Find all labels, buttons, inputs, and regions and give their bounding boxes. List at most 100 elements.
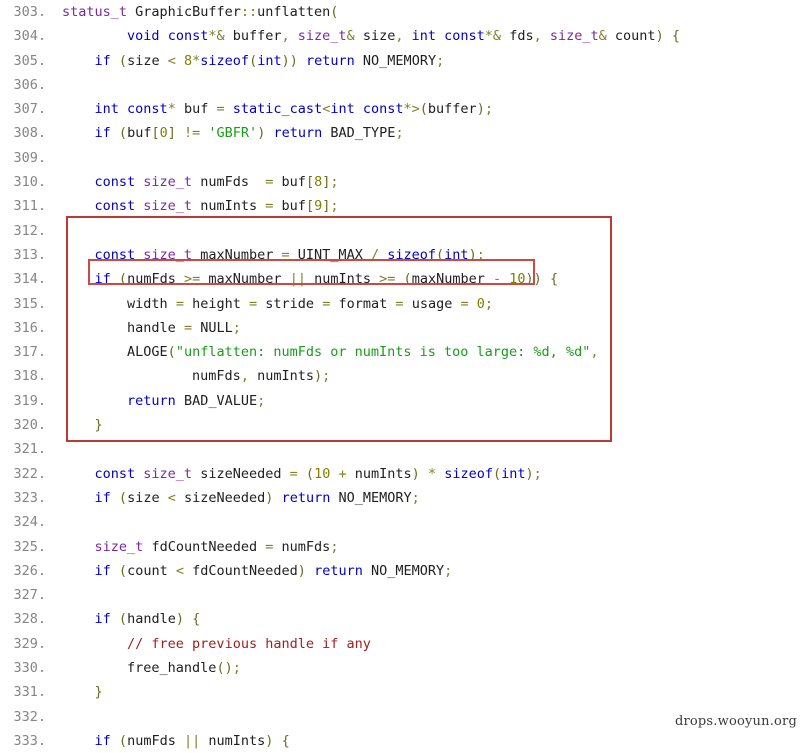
code-token: const xyxy=(127,101,168,118)
line-number: 326. xyxy=(13,562,46,579)
code-token: return xyxy=(127,392,176,409)
code-token: [ xyxy=(305,198,315,215)
code-token: size xyxy=(127,489,160,506)
code-viewer[interactable]: 303. status_t GraphicBuffer::unflatten(30… xyxy=(0,0,805,749)
code-token: ( xyxy=(305,465,315,482)
code-token: ( xyxy=(118,562,128,579)
code-line: 315. width = height = stride = format = … xyxy=(0,292,805,316)
code-token: fds xyxy=(509,28,534,45)
code-token: NO_MEMORY xyxy=(338,489,412,506)
code-token: ( xyxy=(118,732,128,749)
code-line-text: if (size < 8*sizeof(int)) return NO_MEMO… xyxy=(46,49,445,73)
code-token: if xyxy=(94,271,111,288)
code-token: != xyxy=(184,125,201,142)
code-token: { xyxy=(192,611,201,628)
code-token: numInts xyxy=(257,368,314,385)
code-token: ) xyxy=(476,101,485,118)
code-token: , xyxy=(590,344,599,361)
code-token: const xyxy=(444,28,485,45)
code-line-text: if (numFds || numInts) { xyxy=(46,729,290,753)
code-line: 313. const size_t maxNumber = UINT_MAX /… xyxy=(0,243,805,267)
code-token: sizeof xyxy=(387,246,437,263)
code-token: stride xyxy=(265,295,315,312)
code-line: 318. numFds, numInts); xyxy=(0,364,805,388)
code-token: NO_MEMORY xyxy=(371,562,445,579)
code-token: size_t xyxy=(143,198,193,215)
code-token: // free previous handle if any xyxy=(127,635,371,652)
code-line-text: status_t GraphicBuffer::unflatten( xyxy=(46,0,338,24)
code-token: "unflatten: numFds or numInts is too lar… xyxy=(175,344,591,361)
code-line: 319. return BAD_VALUE; xyxy=(0,389,805,413)
code-line-text: return BAD_VALUE; xyxy=(46,389,265,413)
code-token: ( xyxy=(118,125,128,142)
code-line: 325. size_t fdCountNeeded = numFds; xyxy=(0,535,805,559)
code-token: if xyxy=(94,732,111,749)
code-token: { xyxy=(549,271,559,288)
code-token: return xyxy=(273,125,323,142)
code-line: 309. xyxy=(0,146,805,170)
code-token: NULL xyxy=(200,319,233,336)
code-token: 8 xyxy=(314,174,323,191)
code-token: = xyxy=(395,295,404,312)
code-token: buf xyxy=(281,174,306,191)
code-token: = xyxy=(216,101,225,118)
code-token: int xyxy=(330,101,355,118)
code-token: numFds xyxy=(127,732,176,749)
code-token: ; xyxy=(330,198,339,215)
code-token: ) xyxy=(525,465,534,482)
code-token: ; xyxy=(232,319,241,336)
code-line: 307. int const* buf = static_cast<int co… xyxy=(0,97,805,121)
watermark-text: drops.wooyun.org xyxy=(674,714,797,729)
code-token: maxNumber xyxy=(411,271,485,288)
code-token: fdCountNeeded xyxy=(192,562,298,579)
code-token: maxNumber xyxy=(208,271,282,288)
code-token: :: xyxy=(240,4,258,20)
code-token: = xyxy=(289,465,298,482)
code-line: 311. const size_t numInts = buf[9]; xyxy=(0,194,805,218)
code-token: int xyxy=(411,28,437,45)
code-token: = xyxy=(460,295,469,312)
code-line-text: free_handle(); xyxy=(46,656,241,680)
code-token: = xyxy=(175,295,184,312)
line-number: 320. xyxy=(13,417,46,434)
code-token: , xyxy=(395,28,412,45)
line-number: 319. xyxy=(13,392,46,409)
line-number: 306. xyxy=(13,76,46,93)
code-line: 317. ALOGE("unflatten: numFds or numInts… xyxy=(0,340,805,364)
code-token: numInts xyxy=(200,198,258,215)
code-token: const xyxy=(362,101,404,118)
code-token: = xyxy=(183,319,193,336)
line-number: 303. xyxy=(13,4,46,20)
line-number: 330. xyxy=(13,660,46,677)
line-number: 315. xyxy=(13,295,46,312)
code-token: 9 xyxy=(314,198,323,215)
code-token: = xyxy=(281,246,290,263)
code-token: numInts xyxy=(354,465,412,482)
code-token: const xyxy=(94,174,136,191)
code-token: >= xyxy=(183,271,201,288)
code-token: sizeof xyxy=(444,465,493,482)
code-token: return xyxy=(314,562,363,579)
